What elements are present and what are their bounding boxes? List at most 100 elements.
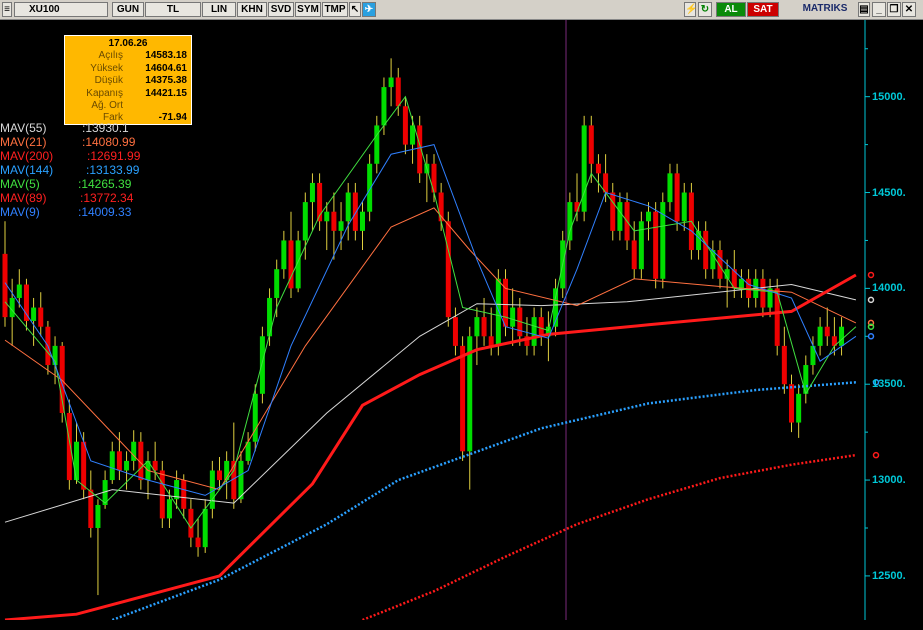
candle-body bbox=[302, 202, 308, 241]
candle-body bbox=[381, 87, 387, 126]
ohlc-value: 14421.15 bbox=[145, 87, 187, 99]
legend-value: :14009.33 bbox=[78, 205, 132, 219]
ohlc-value: 14583.18 bbox=[145, 50, 187, 62]
candle-body bbox=[66, 412, 72, 481]
y-tick-label: 13000. bbox=[872, 474, 906, 487]
candle-body bbox=[610, 192, 616, 231]
candle-body bbox=[474, 317, 480, 337]
y-tick-label: 12500. bbox=[872, 569, 906, 582]
time-axis bbox=[0, 620, 923, 630]
ohlc-row: Ağ. Ort bbox=[69, 100, 187, 112]
ohlc-label: Düşük bbox=[94, 75, 123, 87]
candle-body bbox=[581, 125, 587, 212]
symbol-field[interactable]: XU100 bbox=[14, 2, 108, 17]
candle-body bbox=[452, 317, 458, 346]
volume-button[interactable]: SVD bbox=[268, 2, 294, 17]
candle-body bbox=[402, 106, 408, 145]
close-icon[interactable]: ✕ bbox=[902, 2, 916, 17]
ma-line-mav55 bbox=[4, 283, 857, 523]
minimize-icon[interactable]: _ bbox=[872, 2, 886, 17]
candle-body bbox=[309, 182, 315, 203]
y-tick-label: 15000. bbox=[872, 90, 906, 103]
candle-body bbox=[395, 77, 401, 107]
candle-button[interactable]: KHN bbox=[237, 2, 267, 17]
candle-body bbox=[445, 221, 451, 318]
candle-body bbox=[16, 284, 22, 298]
lightning-icon[interactable]: ⚡ bbox=[684, 2, 697, 17]
candle-body bbox=[717, 250, 723, 279]
template-button[interactable]: TMP bbox=[322, 2, 348, 17]
candle-body bbox=[331, 211, 337, 231]
candle-body bbox=[839, 326, 845, 346]
candle-body bbox=[95, 504, 101, 528]
ma-line-mav89 bbox=[362, 453, 857, 620]
candle-body bbox=[538, 317, 544, 337]
ohlc-value bbox=[129, 100, 187, 112]
legend-value: :13772.34 bbox=[80, 191, 134, 205]
candle-body bbox=[74, 441, 79, 481]
candle-body bbox=[653, 211, 659, 279]
currency-button[interactable]: TL bbox=[145, 2, 201, 17]
ohlc-row: Kapanış 14421.15 bbox=[69, 88, 187, 100]
candle-body bbox=[388, 77, 394, 88]
candle-body bbox=[410, 125, 416, 145]
candle-body bbox=[252, 393, 258, 442]
legend-name: MAV(144) bbox=[0, 163, 54, 177]
candle-body bbox=[116, 451, 122, 471]
price-axis-labels: 12500. 13000. 13500. 14000. 14500. 15000. bbox=[867, 20, 923, 620]
candle-body bbox=[195, 537, 201, 548]
candle-body bbox=[781, 345, 787, 385]
candle-body bbox=[159, 470, 165, 519]
candle-body bbox=[760, 278, 766, 308]
candle-body bbox=[703, 230, 709, 270]
candle-body bbox=[324, 211, 330, 222]
candle-body bbox=[588, 125, 594, 164]
candle-body bbox=[352, 192, 358, 231]
candle-body bbox=[38, 307, 44, 327]
candle-body bbox=[803, 365, 809, 394]
legend-name: MAV(5) bbox=[0, 177, 40, 191]
ohlc-value: -71.94 bbox=[158, 112, 187, 124]
ohlc-date: 17.06.26 bbox=[108, 38, 148, 49]
candle-body bbox=[217, 470, 222, 481]
legend-value: :13133.99 bbox=[86, 163, 140, 177]
ohlc-label: Yüksek bbox=[90, 62, 123, 74]
linear-button[interactable]: LIN bbox=[202, 2, 236, 17]
twitter-icon[interactable]: ✈ bbox=[362, 2, 376, 17]
ohlc-row: Düşük 14375.38 bbox=[69, 75, 187, 87]
candle-body bbox=[667, 173, 673, 203]
candle-body bbox=[23, 284, 29, 321]
notes-icon[interactable]: ▤ bbox=[858, 2, 870, 17]
legend-value: :14265.39 bbox=[78, 177, 132, 191]
candle-body bbox=[460, 345, 466, 452]
candle-body bbox=[617, 202, 623, 231]
refresh-icon[interactable]: ↻ bbox=[698, 2, 712, 17]
candle-body bbox=[646, 211, 651, 222]
sell-button[interactable]: SAT bbox=[747, 2, 779, 17]
ma-line-mav144 bbox=[111, 381, 856, 620]
legend-value: :14080.99 bbox=[82, 135, 136, 149]
candle-body bbox=[674, 173, 680, 222]
candle-body bbox=[281, 240, 287, 270]
interval-button[interactable]: GUN bbox=[112, 2, 144, 17]
restore-icon[interactable]: ❐ bbox=[887, 2, 901, 17]
candle-body bbox=[510, 307, 516, 327]
candle-body bbox=[81, 441, 87, 490]
candle-body bbox=[817, 326, 823, 346]
symbol-button[interactable]: SYM bbox=[295, 2, 321, 17]
ohlc-value: 14375.38 bbox=[145, 75, 187, 87]
candle-body bbox=[638, 221, 644, 270]
pointer-icon[interactable]: ↖ bbox=[349, 2, 361, 17]
buy-button[interactable]: AL bbox=[716, 2, 746, 17]
legend-name: MAV(89) bbox=[0, 191, 47, 205]
candle-body bbox=[681, 192, 687, 222]
legend-name: MAV(55) bbox=[0, 121, 47, 135]
y-tick-label: 14500. bbox=[872, 186, 906, 199]
ohlc-row: Açılış 14583.18 bbox=[69, 50, 187, 62]
candle-body bbox=[738, 278, 744, 289]
candle-body bbox=[259, 336, 265, 394]
ohlc-row: Yüksek 14604.61 bbox=[69, 63, 187, 75]
candle-body bbox=[181, 480, 187, 509]
menu-icon[interactable]: ≡ bbox=[2, 2, 12, 17]
ohlc-label: Açılış bbox=[98, 50, 123, 62]
